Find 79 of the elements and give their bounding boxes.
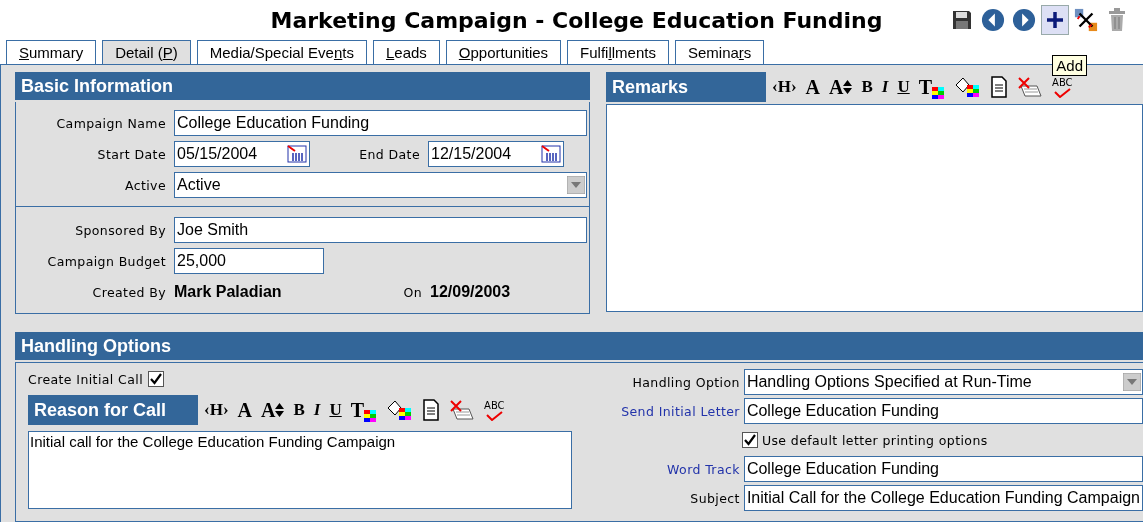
- field-label: Sponsored By: [74, 222, 167, 238]
- text-field[interactable]: College Education Funding: [743, 456, 1143, 482]
- field-label: On: [402, 284, 423, 300]
- font-tool[interactable]: A: [237, 398, 252, 422]
- field-link[interactable]: Word Track: [581, 461, 740, 477]
- trash-icon: [1108, 8, 1126, 32]
- section-header: Reason for Call: [28, 395, 198, 425]
- tooltip: Add: [1052, 55, 1087, 76]
- tab[interactable]: Detail (P): [102, 40, 191, 64]
- tab[interactable]: Fulfillments: [567, 40, 669, 64]
- tab[interactable]: Summary: [6, 40, 97, 64]
- field-label: Start Date: [96, 146, 167, 162]
- heading-tool[interactable]: ‹H›: [772, 77, 797, 97]
- document-icon[interactable]: [990, 76, 1009, 98]
- clear-icon[interactable]: [449, 399, 476, 421]
- text-color-tool[interactable]: T: [918, 75, 945, 99]
- calendar-icon[interactable]: [541, 145, 561, 163]
- section-header: Handling Options: [15, 332, 1143, 360]
- up-down-arrow-icon: [275, 403, 285, 417]
- document-icon[interactable]: [422, 399, 441, 421]
- field-label: Handling Option: [631, 374, 740, 390]
- field-label: End Date: [358, 146, 421, 162]
- up-down-arrow-icon: [843, 80, 853, 94]
- color-swatch-icon: [932, 86, 945, 99]
- add-button[interactable]: [1041, 5, 1069, 35]
- text-field[interactable]: College Education Funding: [174, 110, 587, 136]
- next-icon: [1012, 7, 1036, 33]
- field-link[interactable]: Send Initial Letter: [581, 403, 740, 419]
- fill-color-icon[interactable]: [953, 76, 982, 98]
- unlink-icon: [1074, 7, 1098, 33]
- date-field[interactable]: 05/15/2004: [174, 141, 310, 167]
- heading-tool[interactable]: ‹H›: [204, 400, 229, 420]
- dropdown[interactable]: Handling Options Specified at Run-Time: [743, 369, 1143, 395]
- field-label: Active: [123, 177, 167, 193]
- reason-editor[interactable]: Initial call for the College Education Funding Campaign: [28, 431, 572, 509]
- color-swatch-icon: [364, 409, 377, 422]
- field-label: Subject: [689, 490, 740, 506]
- checkbox-label: Create Initial Call: [28, 371, 143, 387]
- previous-icon: [981, 7, 1005, 33]
- calendar-icon[interactable]: [287, 145, 307, 163]
- italic-tool[interactable]: I: [313, 400, 321, 420]
- clear-icon[interactable]: [1017, 76, 1044, 98]
- window-title: Marketing Campaign - College Education Funding: [269, 7, 883, 33]
- created-by-value: Mark Paladian: [174, 283, 283, 301]
- underline-tool[interactable]: U: [897, 77, 910, 97]
- text-field[interactable]: College Education Funding: [743, 398, 1143, 424]
- font-size-tool[interactable]: A: [261, 398, 285, 422]
- tab[interactable]: Media/Special Events: [196, 40, 367, 64]
- tab[interactable]: Leads: [372, 40, 440, 64]
- dropdown-arrow-icon[interactable]: [567, 176, 585, 194]
- checkbox[interactable]: [741, 432, 758, 448]
- dropdown[interactable]: Active: [174, 172, 587, 198]
- field-label: Created By: [91, 284, 167, 300]
- italic-tool[interactable]: I: [881, 77, 889, 97]
- text-color-tool[interactable]: T: [350, 398, 377, 422]
- checkbox-label: Use default letter printing options: [761, 432, 988, 448]
- text-field[interactable]: Initial Call for the College Education Funding Campaign: [743, 485, 1143, 511]
- checkbox[interactable]: [148, 371, 164, 387]
- tab[interactable]: Seminars: [674, 40, 765, 64]
- bold-tool[interactable]: B: [293, 400, 305, 420]
- spell-check-tool[interactable]: ABC: [1052, 76, 1073, 98]
- field-label: Campaign Budget: [46, 253, 167, 269]
- underline-tool[interactable]: U: [329, 400, 342, 420]
- font-size-tool[interactable]: A: [829, 75, 853, 99]
- date-field[interactable]: 12/15/2004: [428, 141, 564, 167]
- font-tool[interactable]: A: [805, 75, 820, 99]
- bold-tool[interactable]: B: [861, 77, 873, 97]
- save-icon: [952, 10, 972, 30]
- dropdown-arrow-icon[interactable]: [1123, 373, 1141, 391]
- tab[interactable]: Opportunities: [445, 40, 562, 64]
- fill-color-icon[interactable]: [385, 399, 414, 421]
- field-label: Campaign Name: [55, 115, 167, 131]
- add-icon: [1045, 10, 1065, 30]
- section-header: Basic Information: [15, 72, 590, 100]
- spell-check-tool[interactable]: ABC: [484, 399, 505, 421]
- created-date-value: 12/09/2003: [430, 283, 511, 301]
- text-field[interactable]: Joe Smith: [174, 217, 587, 243]
- section-header: Remarks: [606, 72, 766, 102]
- text-field[interactable]: 25,000: [174, 248, 324, 274]
